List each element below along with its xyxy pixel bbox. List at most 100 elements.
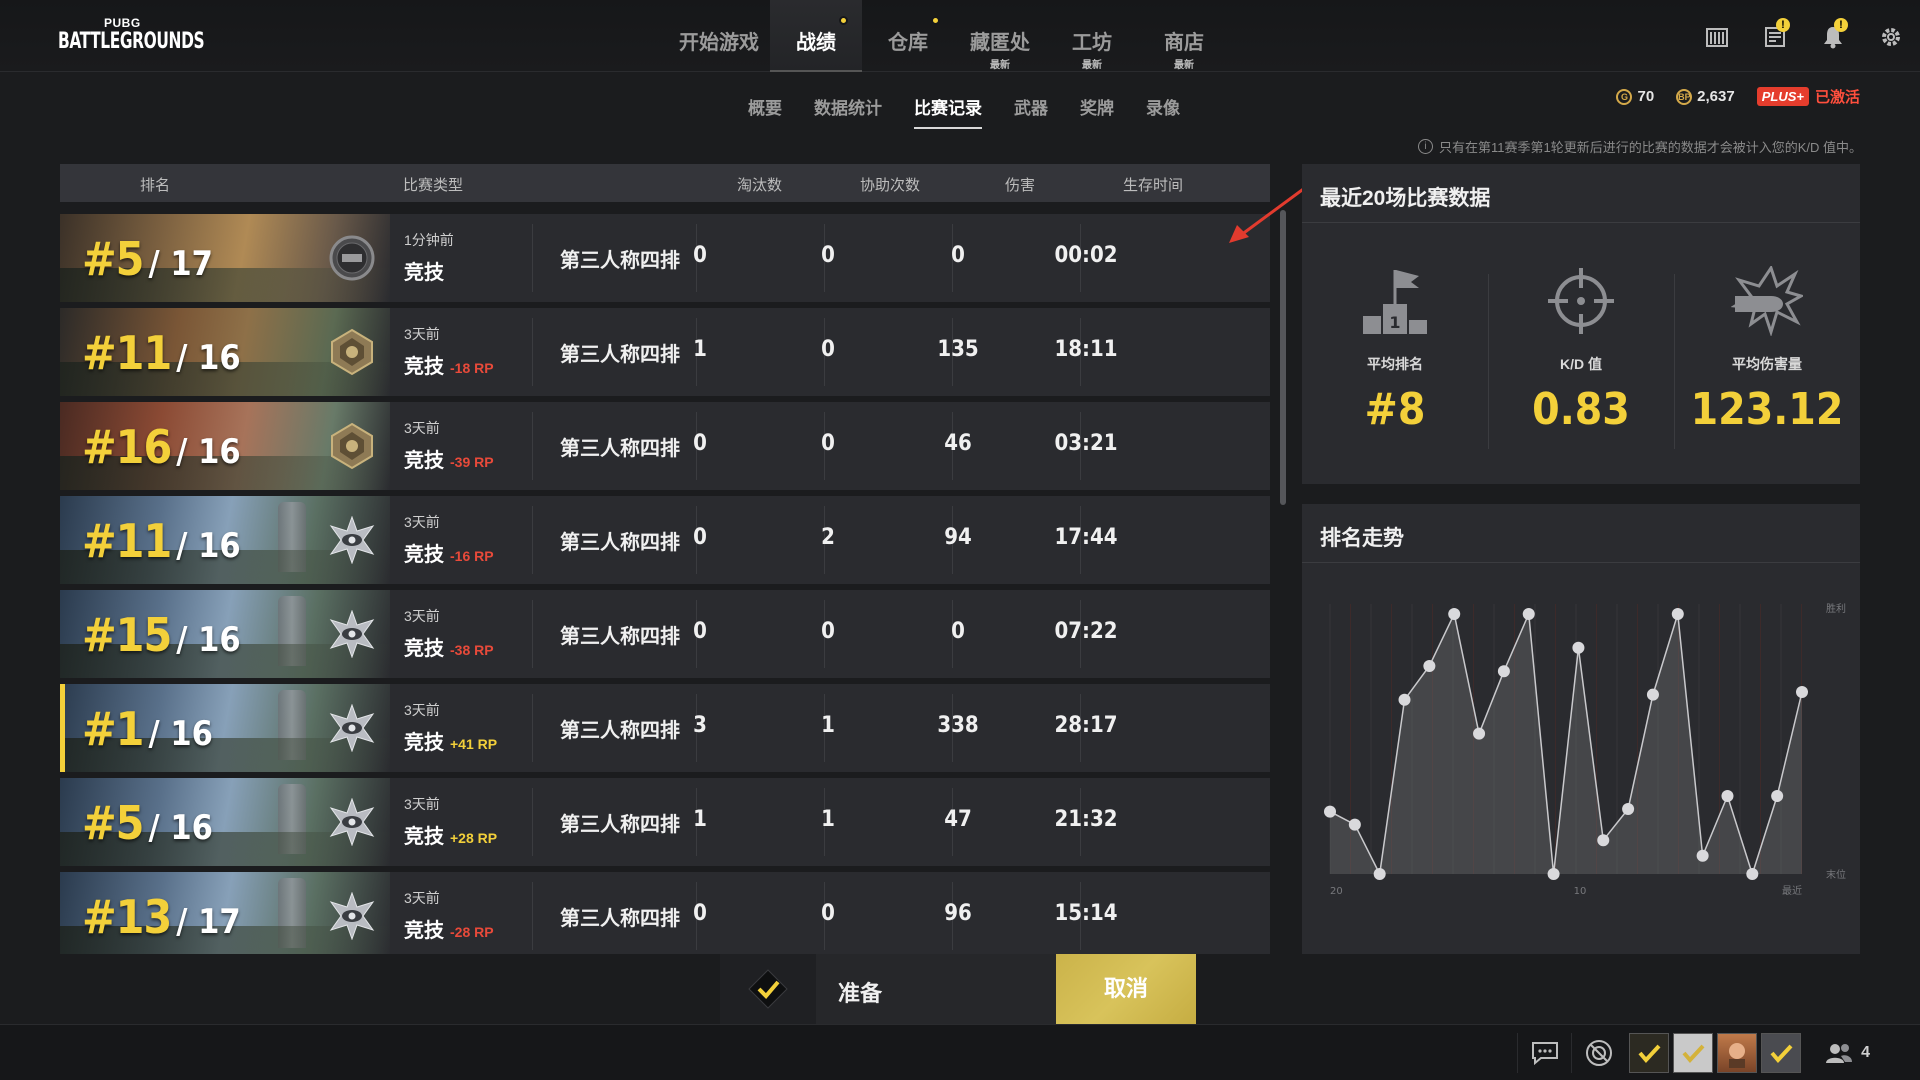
party-member-avatar[interactable] [1717, 1033, 1758, 1073]
main-nav-tab-label: 战绩 [796, 32, 836, 54]
match-list-scrollbar[interactable] [1280, 210, 1286, 505]
damage-value: 0 [951, 243, 965, 268]
match-mode-label: 竞技 [404, 638, 444, 660]
assists-value: 0 [821, 901, 835, 926]
match-mode: 竞技 +28 RP [404, 820, 497, 849]
bell-icon[interactable]: ! [1804, 18, 1862, 52]
sub-nav-tab[interactable]: 武器 [1014, 94, 1048, 129]
plus-badge[interactable]: PLUS+ [1756, 87, 1809, 106]
placement-total: / 17 [176, 902, 241, 942]
trend-x-tick-label: 20 [1330, 886, 1343, 897]
new-tag: 最新 [990, 60, 1010, 71]
match-row[interactable]: #13 / 17 3天前 竞技 -28 RP 第三人称四排 0 0 96 15:14 [60, 872, 1270, 954]
rp-change: -39 RP [450, 454, 494, 470]
bell-alert-badge: ! [1834, 18, 1848, 32]
g-coin-value: 70 [1637, 88, 1655, 105]
match-row[interactable]: #1 / 16 3天前 竞技 +41 RP 第三人称四排 3 1 338 28:17 [60, 684, 1270, 772]
radar-icon[interactable] [1571, 1033, 1625, 1073]
sub-nav-tab[interactable]: 录像 [1146, 94, 1180, 129]
placement-rank: #1 [82, 702, 144, 756]
assists-value: 2 [821, 525, 835, 550]
damage-value: 135 [937, 337, 979, 362]
currency-bar: G 70 BP 2,637 PLUS+ 已激活 [1616, 86, 1860, 107]
match-row[interactable]: #16 / 16 3天前 竞技 -39 RP 第三人称四排 0 0 46 03:21 [60, 402, 1270, 490]
top-bar: PUBG BATTLEGROUNDS 开始游戏 战绩 仓库 藏匿处 最新 工坊 最新 商店 最新… [0, 0, 1920, 72]
news-icon[interactable]: ! [1746, 18, 1804, 52]
sub-nav-tab[interactable]: 奖牌 [1080, 94, 1114, 129]
main-nav-tab[interactable]: 商店 最新 [1138, 0, 1230, 72]
placement-rank: #13 [82, 890, 172, 944]
friends-button[interactable]: 4 [1825, 1042, 1870, 1064]
rank-trend-title: 排名走势 [1320, 527, 1404, 550]
survival-time-value: 17:44 [1054, 525, 1118, 550]
column-divider [532, 600, 533, 668]
bottom-bar: 4 [0, 1024, 1920, 1080]
kills-value: 0 [693, 431, 707, 456]
party-member-avatar[interactable] [1761, 1033, 1802, 1073]
rp-change: +41 RP [450, 736, 498, 752]
main-nav-tab[interactable]: 藏匿处 最新 [954, 0, 1046, 72]
kills-value: 0 [693, 901, 707, 926]
settings-gear-icon[interactable] [1862, 22, 1920, 52]
damage-value: 46 [944, 431, 972, 456]
column-divider [532, 412, 533, 480]
header-type: 比赛类型 [403, 177, 464, 194]
placement: #13 / 17 [82, 890, 241, 944]
sub-nav-tab[interactable]: 概要 [748, 94, 782, 129]
trend-point [1572, 641, 1585, 654]
recent-stats-panel: 最近20场比赛数据 1 平均排名 #8 K/D 值 0.83 平均伤害量 123… [1302, 164, 1860, 484]
trend-point [1373, 868, 1386, 880]
main-nav-tab[interactable]: 开始游戏 [668, 0, 770, 72]
assists-value: 1 [821, 807, 835, 832]
party-member-avatar[interactable] [1629, 1033, 1670, 1073]
match-row[interactable]: #11 / 16 3天前 竞技 -18 RP 第三人称四排 1 0 135 18:11 [60, 308, 1270, 396]
new-tag: 最新 [1174, 60, 1194, 71]
placement-total: / 16 [176, 338, 241, 378]
match-row[interactable]: #5 / 16 3天前 竞技 +28 RP 第三人称四排 1 1 47 21:32 [60, 778, 1270, 866]
damage-value: 96 [944, 901, 972, 926]
header-assists: 协助次数 [860, 177, 921, 194]
trend-area [1330, 614, 1802, 874]
match-row[interactable]: #11 / 16 3天前 竞技 -16 RP 第三人称四排 0 2 94 17:44 [60, 496, 1270, 584]
kd-stat: K/D 值 0.83 [1488, 264, 1674, 435]
header-damage: 伤害 [1005, 177, 1036, 194]
main-nav-tab-label: 商店 [1164, 32, 1204, 54]
main-nav-tab[interactable]: 仓库 [862, 0, 954, 72]
match-time-ago: 3天前 [404, 890, 440, 906]
main-nav-tab[interactable]: 工坊 最新 [1046, 0, 1138, 72]
pubg-logo[interactable]: PUBG BATTLEGROUNDS [58, 16, 205, 60]
trend-bottom-label: 末位 [1826, 868, 1846, 881]
chat-icon[interactable] [1517, 1033, 1571, 1073]
trend-top-label: 胜利 [1826, 603, 1846, 615]
placement-rank: #5 [82, 232, 144, 286]
calendar-icon[interactable] [1688, 22, 1746, 52]
top-icons: ! ! [1688, 18, 1920, 52]
header-rank: 排名 [140, 177, 171, 194]
placement: #5 / 17 [82, 232, 213, 286]
trend-point [1324, 805, 1336, 818]
column-divider [532, 788, 533, 856]
trend-x-tick-label: 10 [1574, 886, 1587, 897]
trend-point [1696, 849, 1709, 862]
main-nav-tab[interactable]: 战绩 [770, 0, 862, 72]
ready-checkbox[interactable] [720, 954, 816, 1024]
placement-total: / 16 [176, 620, 241, 660]
column-divider [532, 694, 533, 762]
sub-nav-tab[interactable]: 数据统计 [814, 94, 882, 129]
survival-time-value: 03:21 [1054, 431, 1118, 456]
divider [1302, 222, 1860, 223]
sub-nav-tab[interactable]: 比赛记录 [914, 94, 982, 129]
kills-value: 0 [693, 525, 707, 550]
cancel-button[interactable]: 取消 [1056, 954, 1196, 1024]
pubg-badge-icon [329, 235, 375, 281]
rp-change: -38 RP [450, 642, 494, 658]
placement-total: / 17 [148, 244, 213, 284]
party-member-avatar[interactable] [1673, 1033, 1714, 1073]
match-row[interactable]: #15 / 16 3天前 竞技 -38 RP 第三人称四排 0 0 0 07:22 [60, 590, 1270, 678]
avg-rank-stat: 1 平均排名 #8 [1302, 264, 1488, 435]
placement-total: / 16 [148, 714, 213, 754]
notification-dot [839, 16, 848, 25]
match-row[interactable]: #5 / 17 1分钟前 竞技 第三人称四排 0 0 0 00:02 [60, 214, 1270, 302]
eye-badge-icon [329, 516, 375, 564]
notification-dot [931, 16, 940, 25]
